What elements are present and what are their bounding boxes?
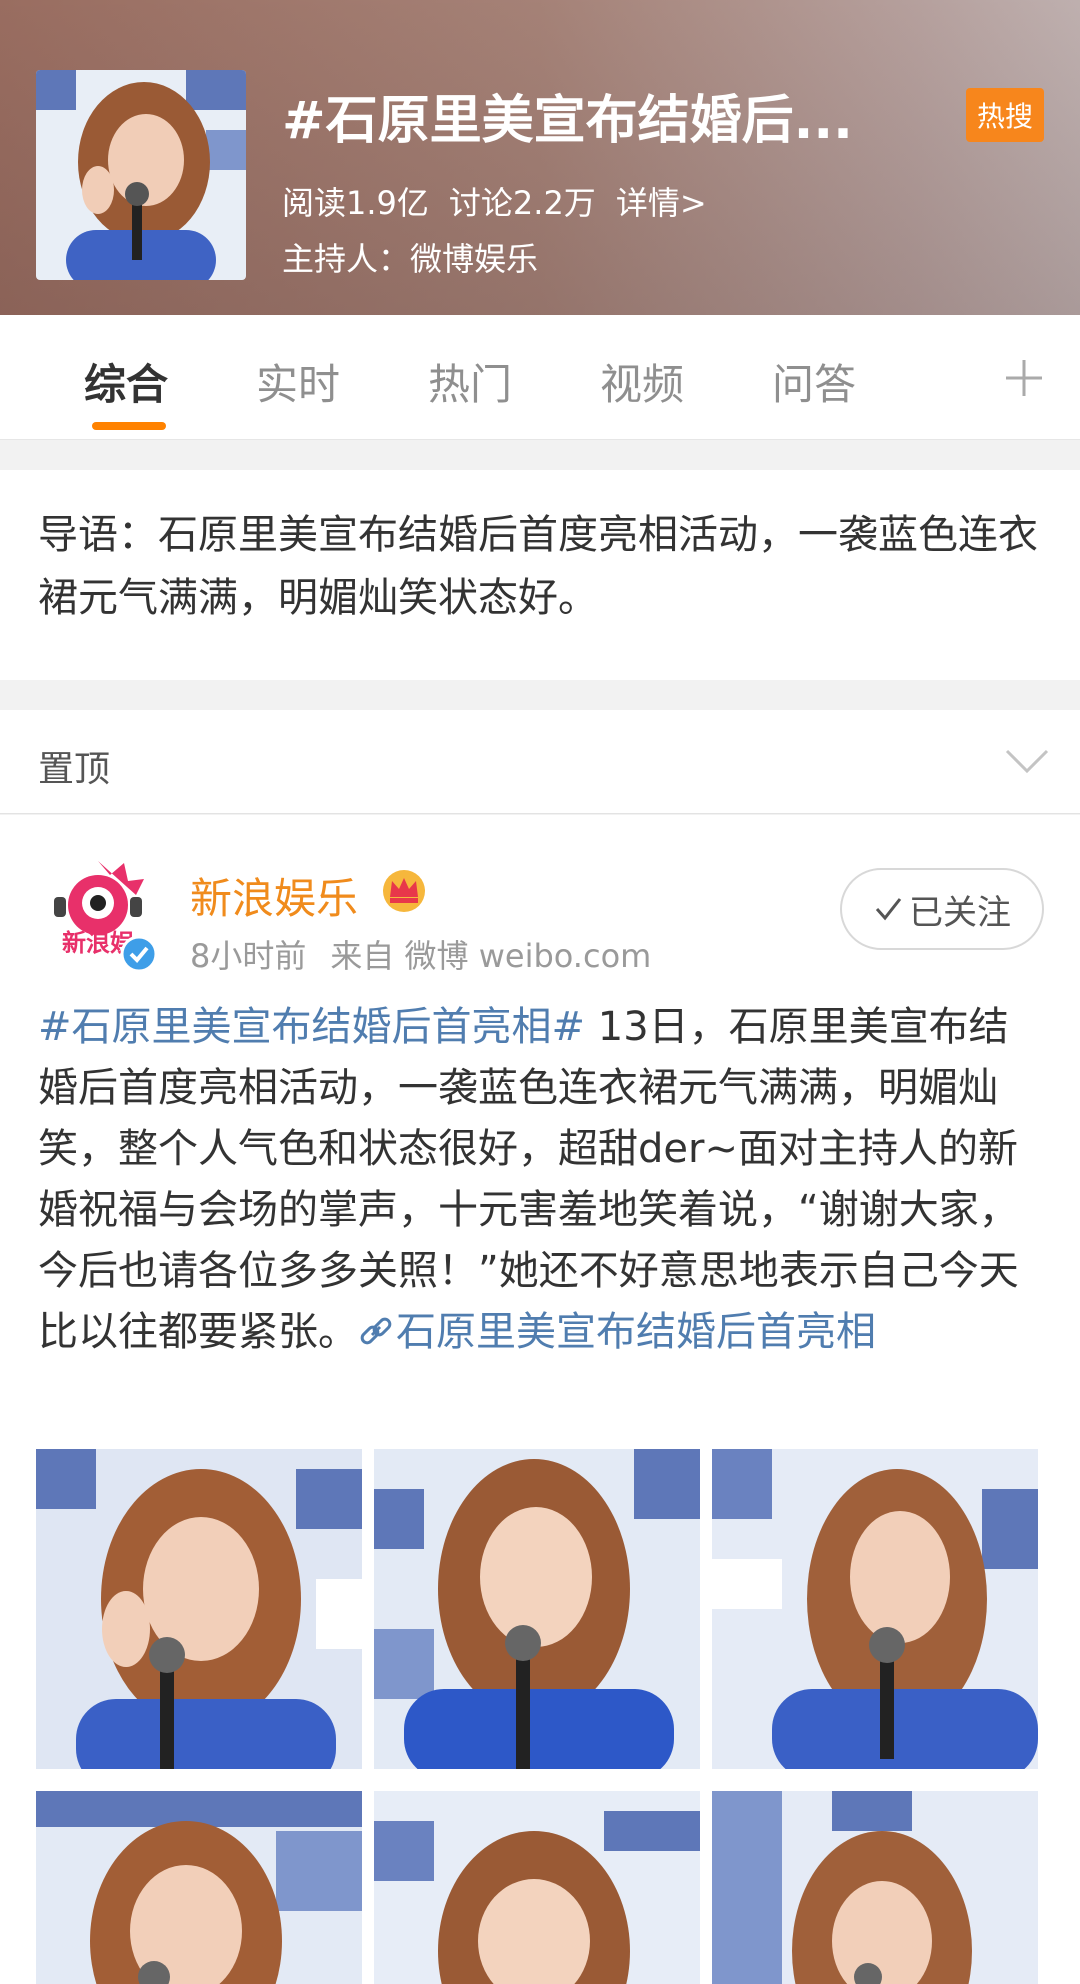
verified-icon [120,935,158,973]
topic-stats: 阅读1.9亿 讨论2.2万 详情> [282,178,707,224]
topic-intro: 导语：石原里美宣布结婚后首度亮相活动，一袭蓝色连衣裙元气满满，明媚灿笑状态好。 [0,470,1080,680]
crown-icon [383,870,425,912]
intro-text: 导语：石原里美宣布结婚后首度亮相活动，一袭蓝色连衣裙元气满满，明媚灿笑状态好。 [38,512,1038,621]
post-meta: 8小时前 来自 微博 weibo.com [190,931,651,977]
post-card: 新浪娱 新浪娱乐 8小时前 来自 微博 weibo.com 已关注 #石原里美宣… [0,815,1080,1984]
discussion-count: 讨论2.2万 [448,184,596,222]
tab-realtime[interactable]: 实时 [256,351,340,412]
post-photo-5[interactable] [374,1791,700,1984]
read-count: 阅读1.9亿 [282,184,429,222]
plus-icon[interactable] [1002,356,1046,400]
topic-header: #石原里美宣布结婚后... 热搜 阅读1.9亿 讨论2.2万 详情> 主持人：微… [0,0,1080,315]
topic-host[interactable]: 主持人：微博娱乐 [282,234,538,280]
tab-comprehensive[interactable]: 综合 [84,351,168,412]
pinned-label: 置顶 [38,749,111,790]
chevron-down-icon[interactable] [1004,746,1050,776]
post-photo-4[interactable] [36,1791,362,1984]
tab-qa[interactable]: 问答 [772,351,856,412]
tab-hot[interactable]: 热门 [428,351,512,412]
hot-search-badge: 热搜 [966,88,1044,142]
link-icon [360,1317,392,1345]
tab-video[interactable]: 视频 [600,351,684,412]
follow-label: 已关注 [909,892,1011,933]
post-link[interactable]: 石原里美宣布结婚后首亮相 [358,1309,876,1355]
post-source: 来自 微博 weibo.com [330,937,652,975]
post-hashtag[interactable]: #石原里美宣布结婚后首亮相# [38,1004,585,1050]
post-body: #石原里美宣布结婚后首亮相# 13日，石原里美宣布结婚后首度亮相活动，一袭蓝色连… [38,997,1043,1363]
post-photo-1[interactable] [36,1449,362,1769]
check-icon [875,898,902,921]
post-time: 8小时前 [190,937,307,975]
post-photo-3[interactable] [712,1449,1038,1769]
active-tab-indicator [92,422,166,430]
topic-title: #石原里美宣布结婚后... [282,91,853,151]
post-photo-2[interactable] [374,1449,700,1769]
details-link[interactable]: 详情> [616,178,707,224]
pinned-section[interactable]: 置顶 [0,710,1080,814]
author-name[interactable]: 新浪娱乐 [190,865,358,926]
post-link-text: 石原里美宣布结婚后首亮相 [396,1309,876,1355]
follow-button[interactable]: 已关注 [840,868,1044,950]
topic-cover-image[interactable] [36,70,246,280]
post-text: 13日，石原里美宣布结婚后首度亮相活动，一袭蓝色连衣裙元气满满，明媚灿笑，整个人… [38,1004,1019,1355]
post-photo-6[interactable] [712,1791,1038,1984]
